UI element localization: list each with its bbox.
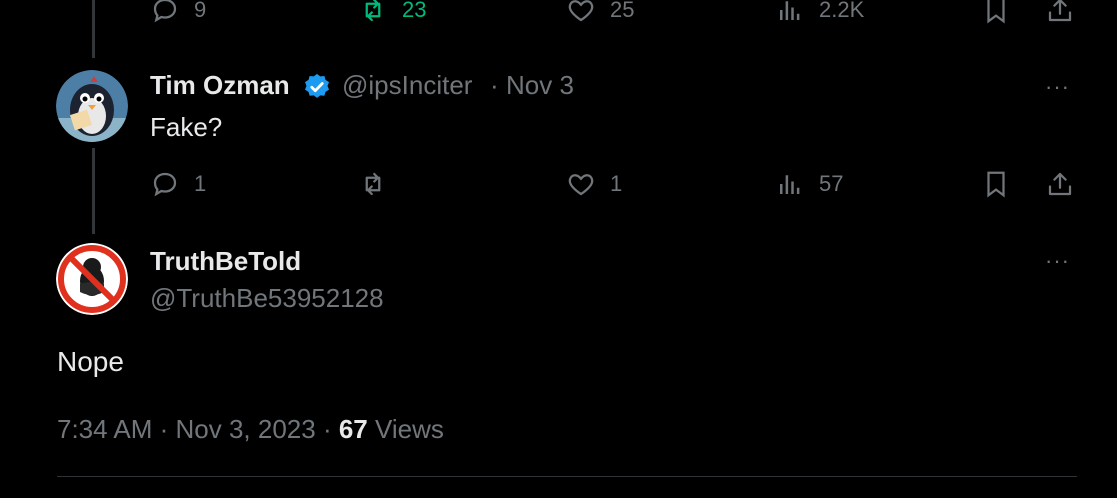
- views-count: 2.2K: [819, 0, 865, 22]
- divider: [57, 476, 1077, 477]
- reply-icon: [153, 172, 177, 197]
- like-icon: [568, 0, 594, 22]
- no-mask-avatar-icon: [56, 243, 128, 315]
- reply-icon: [153, 0, 177, 23]
- author-name[interactable]: Tim Ozman: [150, 70, 290, 101]
- views-button[interactable]: 57: [775, 169, 843, 199]
- author-handle[interactable]: @ipsInciter: [342, 70, 472, 101]
- repost-icon: [365, 0, 381, 22]
- views-button[interactable]: 2.2K: [775, 0, 864, 25]
- tweet-metadata: 7:34 AM · Nov 3, 2023 · 67 Views: [57, 414, 444, 445]
- reply-button[interactable]: 9: [150, 0, 206, 25]
- more-icon[interactable]: ···: [1045, 74, 1070, 100]
- views-count: 67: [338, 414, 368, 444]
- share-icon[interactable]: [1045, 169, 1075, 199]
- handle-separator: ·: [490, 70, 499, 100]
- tweet-date[interactable]: Nov 3, 2023: [176, 414, 316, 444]
- repost-icon: [365, 172, 381, 196]
- author-handle[interactable]: @TruthBe53952128: [150, 283, 384, 314]
- views-icon: [780, 1, 800, 20]
- repost-button[interactable]: [358, 169, 402, 199]
- previous-tweet-actions: 9 23 25 2.2K: [0, 0, 1117, 30]
- like-button[interactable]: 1: [566, 169, 622, 199]
- meta-separator: ·: [152, 414, 176, 444]
- bookmark-icon[interactable]: [981, 0, 1011, 25]
- reply-count: 1: [194, 171, 207, 196]
- like-count: 25: [610, 0, 635, 22]
- views-label: Views: [367, 414, 444, 444]
- views-icon: [780, 175, 800, 194]
- tweet-date[interactable]: Nov 3: [506, 70, 574, 101]
- more-icon[interactable]: ···: [1045, 248, 1070, 274]
- repost-button[interactable]: 23: [358, 0, 426, 25]
- verified-badge-icon: [305, 73, 329, 98]
- tweet-text: Fake?: [150, 112, 223, 142]
- like-icon: [568, 174, 594, 196]
- avatar[interactable]: [56, 70, 128, 142]
- reply-count: 9: [194, 0, 207, 22]
- like-button[interactable]: 25: [566, 0, 634, 25]
- bookmark-icon[interactable]: [981, 169, 1011, 199]
- like-count: 1: [610, 171, 623, 196]
- avatar[interactable]: [56, 243, 128, 315]
- author-name[interactable]: TruthBeTold: [150, 246, 301, 277]
- views-count: 57: [819, 171, 844, 196]
- meta-separator: ·: [315, 414, 339, 444]
- share-icon[interactable]: [1045, 0, 1075, 25]
- penguin-avatar-icon: [56, 70, 128, 142]
- repost-count: 23: [402, 0, 427, 22]
- tweet-time[interactable]: 7:34 AM: [57, 414, 152, 444]
- reply-tweet-actions: 1 1 57: [0, 164, 1117, 204]
- tweet-text: Nope: [57, 346, 124, 377]
- reply-button[interactable]: 1: [150, 169, 206, 199]
